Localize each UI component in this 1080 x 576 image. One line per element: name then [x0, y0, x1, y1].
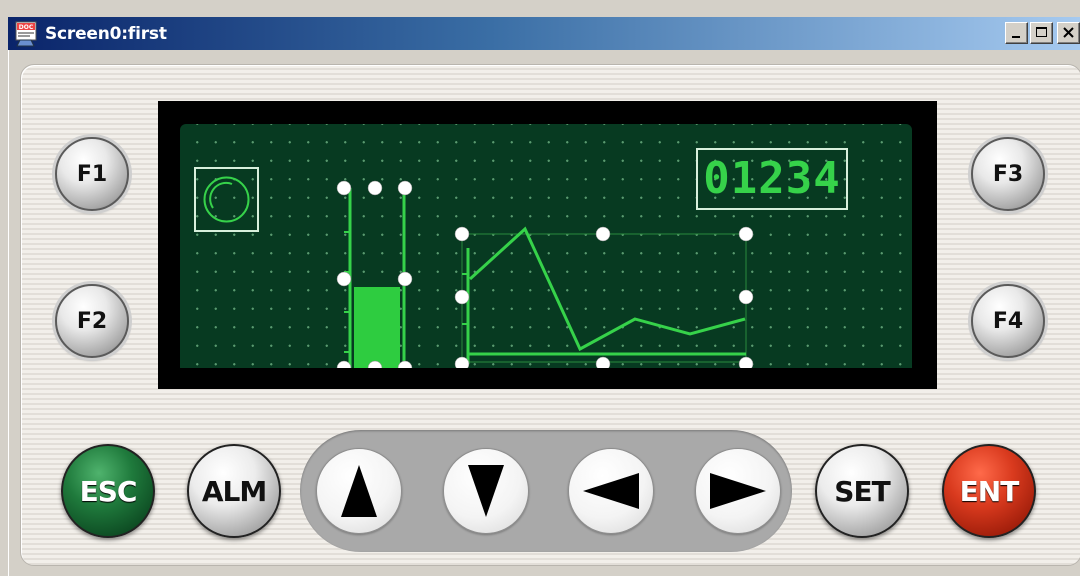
minimize-button[interactable]: [1005, 22, 1028, 44]
trend-graph[interactable]: [454, 226, 754, 368]
alm-button[interactable]: ALM: [187, 444, 281, 538]
window-title: Screen0:first: [45, 23, 167, 44]
numeric-display[interactable]: 01234: [696, 148, 848, 210]
left-arrow-icon: [583, 473, 639, 509]
bar-graph-fill: [354, 287, 400, 368]
f3-button[interactable]: F3: [971, 137, 1045, 211]
close-button[interactable]: [1057, 22, 1080, 44]
up-arrow-icon: [341, 465, 377, 517]
window-controls: [1005, 22, 1080, 44]
svg-text:DOC: DOC: [19, 24, 34, 31]
f1-button[interactable]: F1: [55, 137, 129, 211]
esc-button[interactable]: ESC: [61, 444, 155, 538]
maximize-icon: [1036, 27, 1047, 37]
f2-button[interactable]: F2: [55, 284, 129, 358]
left-arrow-button[interactable]: [568, 448, 654, 534]
ent-button[interactable]: ENT: [942, 444, 1036, 538]
bar-graph[interactable]: [336, 180, 413, 368]
right-arrow-icon: [710, 473, 766, 509]
maximize-button[interactable]: [1030, 22, 1053, 44]
trend-graph-selection-handles: [454, 226, 754, 368]
right-arrow-button[interactable]: [695, 448, 781, 534]
close-icon: [1063, 27, 1074, 38]
up-arrow-button[interactable]: [316, 448, 402, 534]
set-button[interactable]: SET: [815, 444, 909, 538]
doc-app-icon: DOC: [15, 21, 37, 46]
lcd-screen: 01234: [180, 124, 912, 368]
circle-lamp[interactable]: [194, 167, 259, 232]
down-arrow-icon: [468, 465, 504, 517]
title-bar[interactable]: DOC Screen0:first: [8, 17, 1080, 50]
f4-button[interactable]: F4: [971, 284, 1045, 358]
numeric-value: 01234: [703, 153, 841, 204]
down-arrow-button[interactable]: [443, 448, 529, 534]
trend-line: [468, 226, 746, 352]
minimize-icon: [1012, 36, 1020, 38]
